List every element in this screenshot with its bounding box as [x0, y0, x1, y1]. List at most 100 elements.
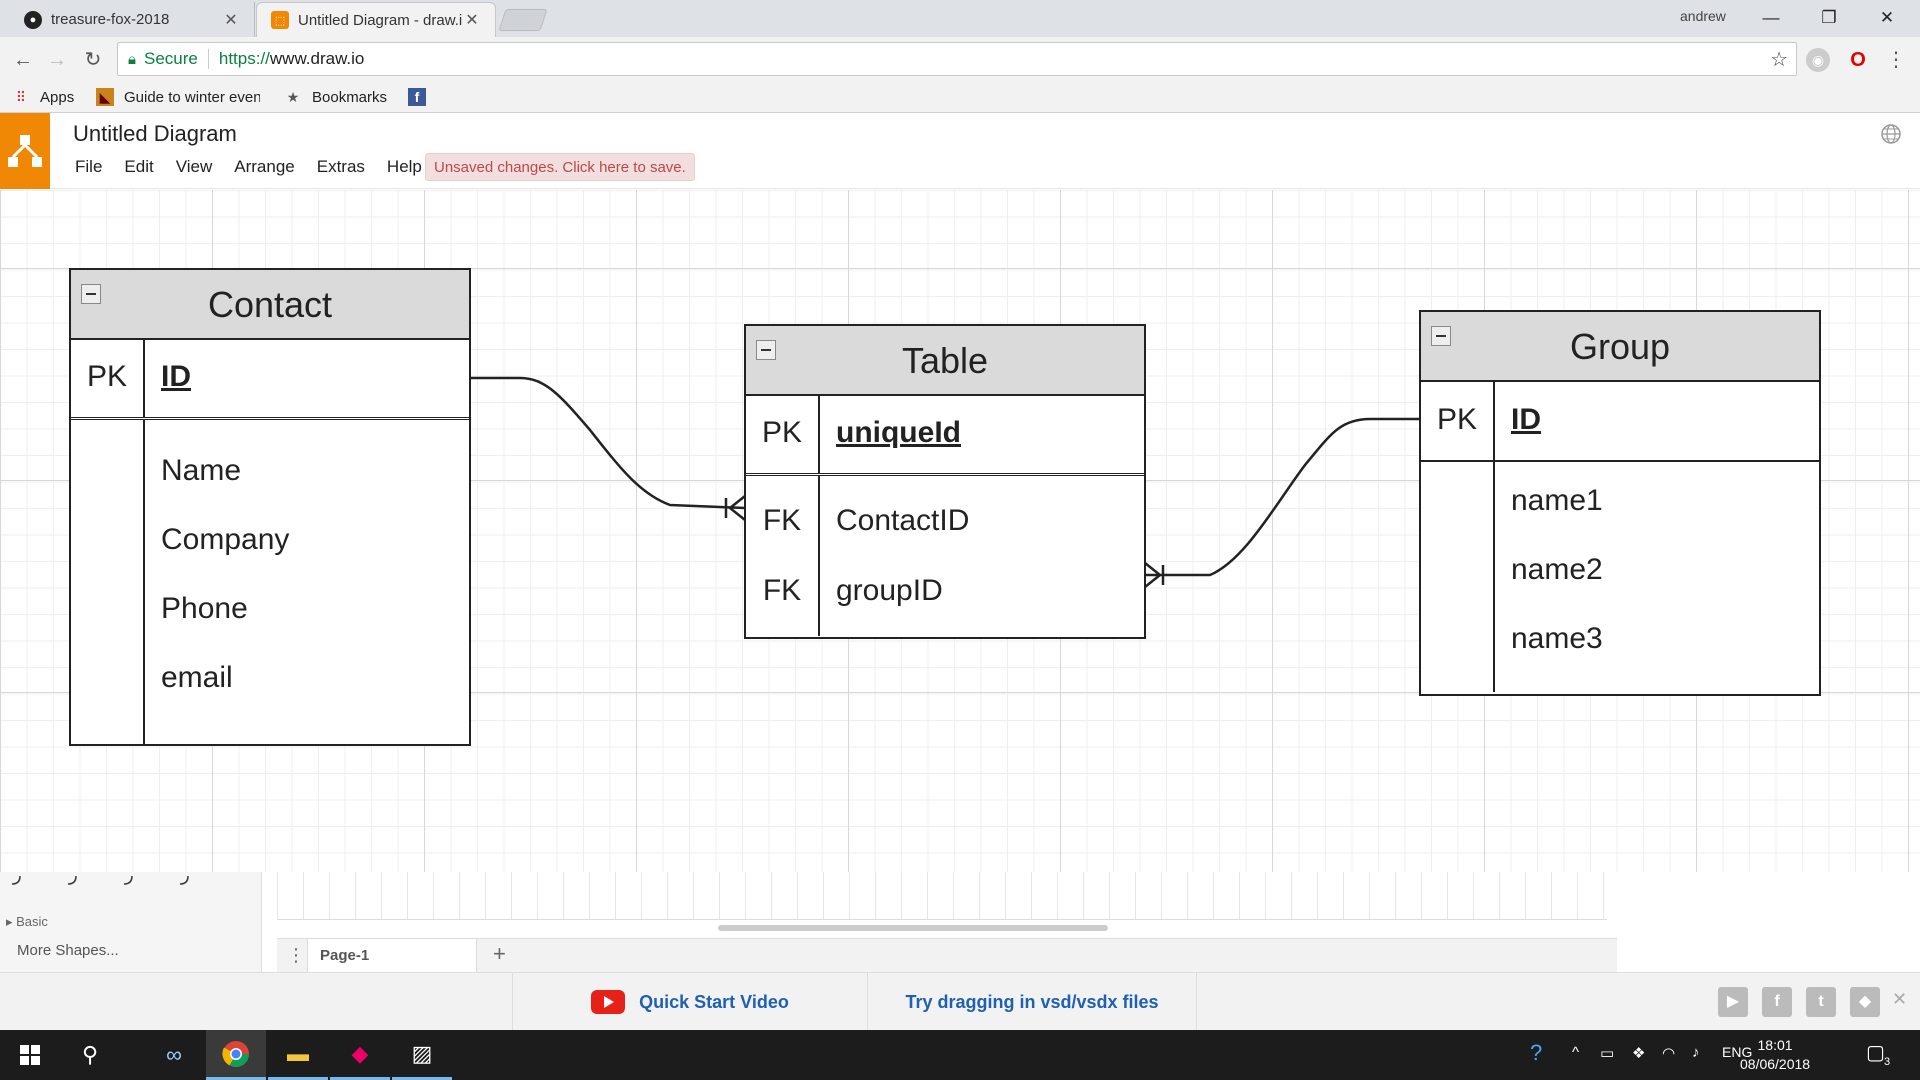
shape-thumbnails[interactable] [8, 872, 228, 896]
minimize-button[interactable]: — [1746, 4, 1796, 32]
vsdx-label: Try dragging in vsd/vsdx files [905, 991, 1159, 1012]
field-rows: name1 name2 name3 [1421, 462, 1819, 692]
pk-row[interactable]: PK uniqueId [746, 396, 1144, 476]
menu-view[interactable]: View [165, 153, 224, 181]
field-name3[interactable]: name3 [1511, 604, 1819, 673]
field-email[interactable]: email [161, 643, 469, 712]
git-app-icon[interactable]: ◆ [330, 1030, 390, 1080]
more-shapes-button[interactable]: More Shapes... [17, 942, 119, 959]
unsaved-changes-notice[interactable]: Unsaved changes. Click here to save. [425, 153, 695, 181]
volume-icon[interactable]: ♪ [1692, 1044, 1700, 1061]
key-label: PK [71, 340, 145, 417]
bookmark-star-icon[interactable]: ☆ [1770, 47, 1788, 72]
drawio-logo-icon[interactable] [0, 113, 50, 189]
search-icon[interactable]: ⚲ [60, 1030, 120, 1080]
relation-contact-table[interactable] [470, 376, 746, 510]
key-column [1421, 462, 1495, 692]
pk-row[interactable]: PK ID [71, 340, 469, 420]
facebook-social-icon[interactable]: f [1762, 987, 1792, 1017]
close-window-button[interactable]: ✕ [1862, 4, 1912, 32]
tab-draw-io[interactable]: ⬚ Untitled Diagram - draw.io ✕ [256, 2, 496, 37]
field-groupid[interactable]: groupID [836, 556, 1144, 626]
pk-row[interactable]: PK ID [1421, 382, 1819, 462]
apps-grid-icon: ⠿ [15, 88, 27, 105]
new-tab-button[interactable] [498, 9, 548, 31]
entity-contact[interactable]: Contact PK ID Name Company Phone email [69, 268, 471, 746]
field-name1[interactable]: name1 [1511, 466, 1819, 535]
sidebar-section-basic[interactable]: ▸ Basic [6, 914, 48, 930]
bookmark-guide[interactable]: ◣ Guide to winter even [96, 88, 260, 106]
menu-file[interactable]: File [64, 153, 113, 181]
tab-treasure-fox[interactable]: ● treasure-fox-2018 ✕ [10, 2, 255, 37]
file-explorer-icon[interactable]: ▬ [268, 1030, 328, 1080]
infinity-app-icon[interactable]: ∞ [144, 1030, 204, 1080]
page-tab[interactable]: Page-1 [307, 939, 477, 973]
battery-icon[interactable]: ▭ [1600, 1044, 1614, 1062]
field-company[interactable]: Company [161, 505, 469, 574]
twitter-social-icon[interactable]: t [1806, 987, 1836, 1017]
windows-start-icon[interactable] [0, 1030, 60, 1080]
close-tab-icon[interactable]: ✕ [222, 10, 240, 30]
back-button[interactable]: ← [8, 45, 38, 75]
page-menu-icon[interactable]: ⋮ [287, 945, 305, 966]
youtube-social-icon[interactable]: ▶ [1718, 987, 1748, 1017]
key-column: FK FK [746, 476, 820, 636]
field-list: Name Company Phone email [145, 420, 469, 744]
menu-edit[interactable]: Edit [113, 153, 164, 181]
chrome-taskbar-icon[interactable] [206, 1030, 266, 1080]
restore-button[interactable]: ❐ [1804, 4, 1854, 32]
menu-extras[interactable]: Extras [306, 153, 376, 181]
profile-name[interactable]: andrew [1680, 8, 1726, 24]
vsdx-link[interactable]: Try dragging in vsd/vsdx files [867, 973, 1197, 1031]
collapse-icon[interactable] [1431, 326, 1451, 346]
language-globe-icon[interactable] [1880, 123, 1902, 145]
divider [207, 49, 209, 69]
bookmark-apps[interactable]: ⠿ Apps [12, 88, 74, 106]
clock[interactable]: 18:01 08/06/2018 [1740, 1036, 1810, 1074]
dropbox-icon[interactable]: ❖ [1632, 1044, 1645, 1062]
bookmark-label: Bookmarks [312, 88, 388, 106]
field-name2[interactable]: name2 [1511, 535, 1819, 604]
lock-icon: 🔒︎ [128, 50, 136, 68]
github-social-icon[interactable]: ◆ [1850, 987, 1880, 1017]
promo-footer: Quick Start Video Try dragging in vsd/vs… [0, 972, 1920, 1031]
bookmark-facebook[interactable]: f [408, 88, 436, 106]
horizontal-scrollbar[interactable] [718, 925, 1108, 931]
url-host: www.draw.io [269, 49, 365, 68]
forward-button[interactable]: → [42, 45, 72, 75]
entity-header[interactable]: Group [1421, 312, 1819, 382]
diagram-canvas[interactable]: Contact PK ID Name Company Phone email T… [0, 190, 1920, 872]
photos-app-icon[interactable]: ▨ [392, 1030, 452, 1080]
bookmark-folder[interactable]: ★ Bookmarks [284, 88, 387, 106]
browser-menu-icon[interactable]: ⋮ [1884, 48, 1908, 72]
add-page-icon[interactable]: + [493, 941, 506, 967]
action-center-icon[interactable]: ▢ [1866, 1040, 1885, 1065]
quick-start-video-link[interactable]: Quick Start Video [512, 973, 867, 1031]
help-tray-icon[interactable]: ? [1530, 1040, 1542, 1066]
collapse-icon[interactable] [81, 284, 101, 304]
relation-group-table[interactable] [1145, 417, 1420, 577]
close-tab-icon[interactable]: ✕ [463, 10, 481, 30]
field-phone[interactable]: Phone [161, 574, 469, 643]
entity-header[interactable]: Table [746, 326, 1144, 396]
show-hidden-icons[interactable]: ^ [1572, 1044, 1579, 1061]
entity-name: Contact [207, 284, 333, 325]
canvas-bottom-edge[interactable] [277, 872, 1607, 920]
field-list: ContactID groupID [820, 476, 1144, 636]
close-footer-icon[interactable]: ✕ [1892, 989, 1907, 1010]
collapse-icon[interactable] [756, 340, 776, 360]
entity-header[interactable]: Contact [71, 270, 469, 340]
reload-button[interactable]: ↻ [78, 45, 108, 75]
facebook-icon: f [408, 88, 426, 106]
menu-arrange[interactable]: Arrange [223, 153, 305, 181]
opera-icon[interactable]: O [1846, 48, 1870, 72]
document-title[interactable]: Untitled Diagram [73, 121, 237, 147]
entity-name: Group [1569, 326, 1671, 367]
extension-icon[interactable]: ◉ [1806, 48, 1830, 72]
wifi-icon[interactable]: ◠ [1662, 1044, 1675, 1062]
entity-group[interactable]: Group PK ID name1 name2 name3 [1419, 310, 1821, 696]
address-bar[interactable]: 🔒︎ Secure https:// www.draw.io ☆ [117, 42, 1797, 76]
field-contactid[interactable]: ContactID [836, 486, 1144, 556]
entity-table[interactable]: Table PK uniqueId FK FK ContactID groupI… [744, 324, 1146, 639]
field-name[interactable]: Name [161, 436, 469, 505]
